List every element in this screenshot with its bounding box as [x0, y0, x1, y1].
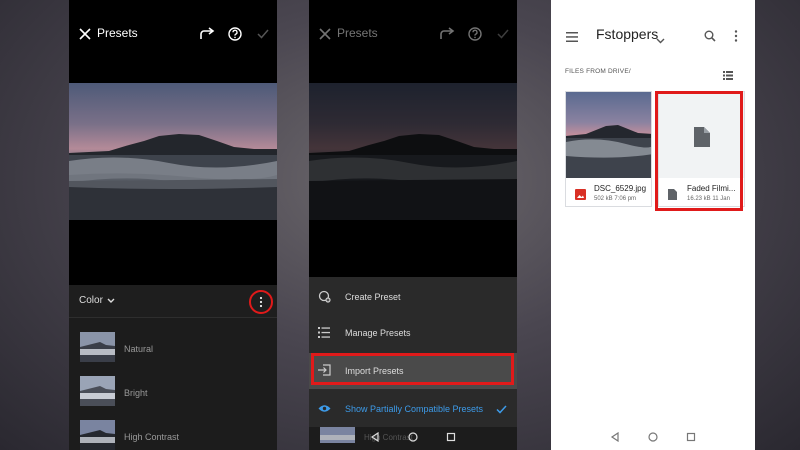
menu-label: Show Partially Compatible Presets	[345, 404, 484, 414]
preset-thumbnail	[80, 420, 115, 450]
more-options-button[interactable]	[249, 290, 273, 314]
app-bar: Fstoppers	[551, 0, 755, 60]
presets-list: Natural Bright High Contrast	[69, 318, 277, 450]
recents-nav-icon[interactable]	[446, 432, 456, 442]
chevron-down-icon[interactable]	[656, 31, 665, 49]
list-view-icon[interactable]	[723, 67, 733, 85]
preset-label: Bright	[124, 388, 148, 398]
more-vert-icon	[259, 296, 263, 308]
file-thumbnail	[566, 92, 651, 178]
image-icon	[575, 187, 586, 205]
back-nav-icon[interactable]	[370, 432, 380, 442]
confirm-check-icon[interactable]	[253, 24, 273, 44]
system-nav-bar	[551, 424, 755, 450]
page-title: Presets	[97, 26, 138, 40]
preset-item-high-contrast[interactable]: High Contrast	[69, 420, 277, 450]
file-name: DSC_6529.jpg	[594, 184, 647, 193]
photo-preview	[69, 83, 277, 220]
menu-label: Manage Presets	[345, 328, 411, 338]
redo-icon[interactable]	[437, 24, 457, 44]
preset-thumbnail	[80, 332, 115, 362]
help-icon[interactable]	[465, 24, 485, 44]
preset-item-natural[interactable]: Natural	[69, 332, 277, 376]
menu-label: Create Preset	[345, 292, 401, 302]
back-nav-icon[interactable]	[610, 432, 620, 442]
preset-item-bright[interactable]: Bright	[69, 376, 277, 420]
preset-label: High Contrast	[124, 432, 180, 442]
check-icon	[496, 401, 507, 419]
import-highlight-box	[311, 353, 514, 385]
home-nav-icon[interactable]	[648, 432, 658, 442]
create-preset-icon	[317, 289, 331, 303]
top-bar: Presets	[309, 0, 517, 68]
home-nav-icon[interactable]	[408, 432, 418, 442]
color-group-label: Color	[79, 295, 103, 306]
selected-file-highlight	[655, 91, 743, 211]
help-icon[interactable]	[225, 24, 245, 44]
close-icon[interactable]	[75, 24, 95, 44]
page-title: Presets	[337, 26, 378, 40]
lightroom-presets-menu-screen: Presets Create Preset Manage Presets Imp…	[309, 0, 517, 450]
redo-icon[interactable]	[197, 24, 217, 44]
file-card-image[interactable]: DSC_6529.jpg 502 kB 7:06 pm	[565, 91, 652, 207]
manage-presets-item[interactable]: Manage Presets	[309, 315, 517, 351]
file-meta: 502 kB 7:06 pm	[594, 196, 637, 202]
options-menu-sheet: Create Preset Manage Presets Import Pres…	[309, 277, 517, 427]
close-icon[interactable]	[315, 24, 335, 44]
photo-preview	[309, 83, 517, 220]
color-group-dropdown[interactable]: Color	[79, 295, 115, 306]
search-icon[interactable]	[704, 29, 716, 47]
chevron-down-icon	[107, 298, 115, 303]
create-preset-item[interactable]: Create Preset	[309, 279, 517, 315]
eye-icon	[317, 401, 331, 415]
top-bar: Presets	[69, 0, 277, 68]
section-label: FILES FROM DRIVE/	[565, 68, 631, 75]
recents-nav-icon[interactable]	[686, 432, 696, 442]
list-icon	[317, 325, 331, 339]
lightroom-presets-screen: Presets Color Natural Bright High Contra…	[69, 0, 277, 450]
confirm-check-icon[interactable]	[493, 24, 513, 44]
preset-group-bar: Color	[69, 285, 277, 318]
more-vert-icon[interactable]	[734, 29, 738, 47]
file-picker-screen: Fstoppers FILES FROM DRIVE/ DSC_6529.jpg…	[551, 0, 755, 450]
system-nav-bar	[309, 426, 517, 448]
hamburger-menu-icon[interactable]	[566, 29, 578, 47]
folder-title[interactable]: Fstoppers	[596, 26, 658, 42]
show-partially-compatible-item[interactable]: Show Partially Compatible Presets	[309, 391, 517, 427]
preset-label: Natural	[124, 344, 154, 354]
preset-thumbnail	[80, 376, 115, 406]
